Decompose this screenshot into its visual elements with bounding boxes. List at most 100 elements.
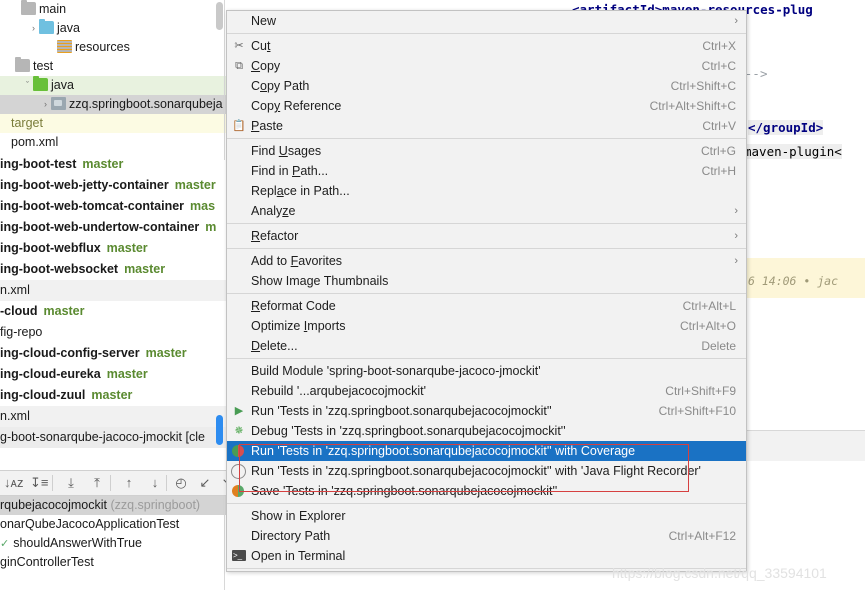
project-name: ing-boot-web-tomcat-container	[0, 199, 184, 213]
menu-item-label: Show in Explorer	[251, 509, 346, 523]
collapse-all-icon[interactable]: ⤒	[88, 474, 106, 492]
menu-item-label: Replace in Path...	[251, 184, 350, 198]
context-menu[interactable]: New›✂CutCtrl+X⧉CopyCtrl+CCopy PathCtrl+S…	[226, 10, 747, 572]
menu-item[interactable]: ✂CutCtrl+X	[227, 36, 746, 56]
project-list-item[interactable]: ing-cloud-zuulmaster	[0, 385, 226, 406]
menu-item[interactable]: Directory PathCtrl+Alt+F12	[227, 526, 746, 546]
project-branch: mas	[190, 199, 215, 213]
menu-item[interactable]: ⧉CopyCtrl+C	[227, 56, 746, 76]
project-list-item[interactable]: fig-repo	[0, 322, 226, 343]
expand-all-icon[interactable]: ⤓	[62, 474, 80, 492]
menu-item[interactable]: Find UsagesCtrl+G	[227, 141, 746, 161]
menu-item-label: Save 'Tests in 'zzq.springboot.sonarqube…	[251, 484, 557, 498]
menu-item[interactable]: Run 'Tests in 'zzq.springboot.sonarqubej…	[227, 461, 746, 481]
test-tree-row[interactable]: rqubejacocojmockit (zzq.springboot)	[0, 496, 226, 515]
menu-item[interactable]: >_Open in Terminal	[227, 546, 746, 566]
pane-divider	[224, 496, 225, 590]
project-tree[interactable]: main›javaresourcestestˇjava›zzq.springbo…	[0, 0, 226, 152]
menu-item[interactable]: Replace in Path...	[227, 181, 746, 201]
project-branch: master	[124, 262, 165, 276]
tree-row[interactable]: resources	[0, 38, 226, 57]
project-list-item[interactable]: ing-cloud-eurekamaster	[0, 364, 226, 385]
project-list-item[interactable]: ing-boot-websocketmaster	[0, 259, 226, 280]
menu-item[interactable]: Copy ReferenceCtrl+Alt+Shift+C	[227, 96, 746, 116]
menu-item-label: Cut	[251, 39, 270, 53]
menu-item-label: Reformat Code	[251, 299, 336, 313]
menu-item[interactable]: Add to Favorites›	[227, 251, 746, 271]
import-tests-icon[interactable]: ↙	[196, 474, 214, 492]
test-results-tree[interactable]: rqubejacocojmockit (zzq.springboot) onarQ…	[0, 496, 226, 590]
menu-item[interactable]: Run 'Tests in 'zzq.springboot.sonarqubej…	[227, 441, 746, 461]
test-tree-row[interactable]: ginControllerTest	[0, 553, 226, 572]
tree-scrollbar[interactable]	[216, 2, 223, 30]
project-list-item[interactable]: ing-boot-webfluxmaster	[0, 238, 226, 259]
menu-separator	[227, 358, 746, 359]
menu-item[interactable]: Show Image Thumbnails	[227, 271, 746, 291]
previous-failed-test-icon[interactable]: ↑	[120, 474, 138, 492]
tree-row[interactable]: main	[0, 0, 226, 19]
test-passed-icon: ✓	[0, 538, 9, 550]
tree-row[interactable]: test	[0, 57, 226, 76]
sort-by-duration-icon[interactable]: ↧≡	[30, 474, 48, 492]
project-list-item[interactable]: g-boot-sonarqube-jacoco-jmockit [cle	[0, 427, 226, 448]
menu-item[interactable]: Rebuild '...arqubejacocojmockit'Ctrl+Shi…	[227, 381, 746, 401]
menu-item[interactable]: Show in Explorer	[227, 506, 746, 526]
menu-item[interactable]: ▶ Run 'Tests in 'zzq.springboot.sonarqube…	[227, 401, 746, 421]
menu-item[interactable]: Build Module 'spring-boot-sonarqube-jaco…	[227, 361, 746, 381]
tree-row[interactable]: ˇjava	[0, 76, 226, 95]
project-branch: master	[91, 388, 132, 402]
menu-separator	[227, 293, 746, 294]
ide-window: <artifactId>maven-resources-plug --> </g…	[0, 0, 865, 590]
tree-row[interactable]: ›java	[0, 19, 226, 38]
scissors-icon: ✂	[232, 39, 246, 53]
chevron-right-icon[interactable]: ›	[40, 95, 51, 114]
next-failed-test-icon[interactable]: ↓	[146, 474, 164, 492]
menu-item[interactable]: Find in Path...Ctrl+H	[227, 161, 746, 181]
tree-row[interactable]: target	[0, 114, 226, 133]
tree-row[interactable]: pom.xml	[0, 133, 226, 152]
project-name: ing-boot-test	[0, 157, 76, 171]
menu-item[interactable]: Save 'Tests in 'zzq.springboot.sonarqube…	[227, 481, 746, 501]
code-line: maven-plugin<	[744, 144, 842, 159]
menu-item-label: Run 'Tests in 'zzq.springboot.sonarqubej…	[251, 464, 701, 478]
project-list-item[interactable]: -cloudmaster	[0, 301, 226, 322]
menu-item[interactable]: Refactor›	[227, 226, 746, 246]
test-history-icon[interactable]: ◴	[172, 474, 190, 492]
menu-item-label: Run 'Tests in 'zzq.springboot.sonarqubej…	[251, 404, 552, 418]
project-list-item[interactable]: ing-boot-web-tomcat-container mas	[0, 196, 226, 217]
menu-item[interactable]: New›	[227, 11, 746, 31]
run-icon: ▶	[232, 404, 246, 418]
menu-item[interactable]: 📋PasteCtrl+V	[227, 116, 746, 136]
test-name: onarQubeJacocoApplicationTest	[0, 517, 179, 531]
code-line: </groupId>	[748, 120, 823, 135]
test-runner-toolbar[interactable]: ↓ᴀz↧≡⤓⤒↑↓◴↙↘	[0, 470, 226, 496]
menu-item[interactable]: Analyze›	[227, 201, 746, 221]
menu-item[interactable]: Reformat Code Ctrl+Alt+L	[227, 296, 746, 316]
project-branch: master	[146, 346, 187, 360]
project-list-item[interactable]: n.xml	[0, 406, 226, 427]
project-list-item[interactable]: ing-boot-testmaster	[0, 154, 226, 175]
tree-row[interactable]: ›zzq.springboot.sonarqubeja	[0, 95, 226, 114]
menu-item[interactable]: Delete...Delete	[227, 336, 746, 356]
project-list-item[interactable]: ing-cloud-config-servermaster	[0, 343, 226, 364]
project-list[interactable]: ing-boot-testmastering-boot-web-jetty-co…	[0, 154, 226, 448]
menu-item[interactable]: ✵Debug 'Tests in 'zzq.springboot.sonarqu…	[227, 421, 746, 441]
menu-item[interactable]: Copy PathCtrl+Shift+C	[227, 76, 746, 96]
test-tree-row[interactable]: ✓shouldAnswerWithTrue	[0, 534, 226, 553]
submenu-chevron-icon: ›	[734, 201, 738, 221]
list-scrollbar[interactable]	[216, 415, 223, 445]
menu-item-shortcut: Ctrl+Alt+F12	[669, 526, 736, 546]
project-list-item[interactable]: n.xml	[0, 280, 226, 301]
menu-item[interactable]: Optimize ImportsCtrl+Alt+O	[227, 316, 746, 336]
sort-alphabetically-icon[interactable]: ↓ᴀz	[4, 474, 22, 492]
panel-strip	[745, 431, 865, 461]
coverage-icon	[232, 445, 244, 457]
project-name: ing-cloud-eureka	[0, 367, 101, 381]
chevron-down-icon[interactable]: ˇ	[22, 76, 33, 95]
project-list-item[interactable]: ing-boot-web-jetty-containermaster	[0, 175, 226, 196]
menu-item-shortcut: Ctrl+Alt+L	[683, 296, 736, 316]
project-name: n.xml	[0, 283, 30, 297]
chevron-right-icon[interactable]: ›	[28, 19, 39, 38]
test-tree-row[interactable]: onarQubeJacocoApplicationTest	[0, 515, 226, 534]
project-list-item[interactable]: ing-boot-web-undertow-containerm	[0, 217, 226, 238]
